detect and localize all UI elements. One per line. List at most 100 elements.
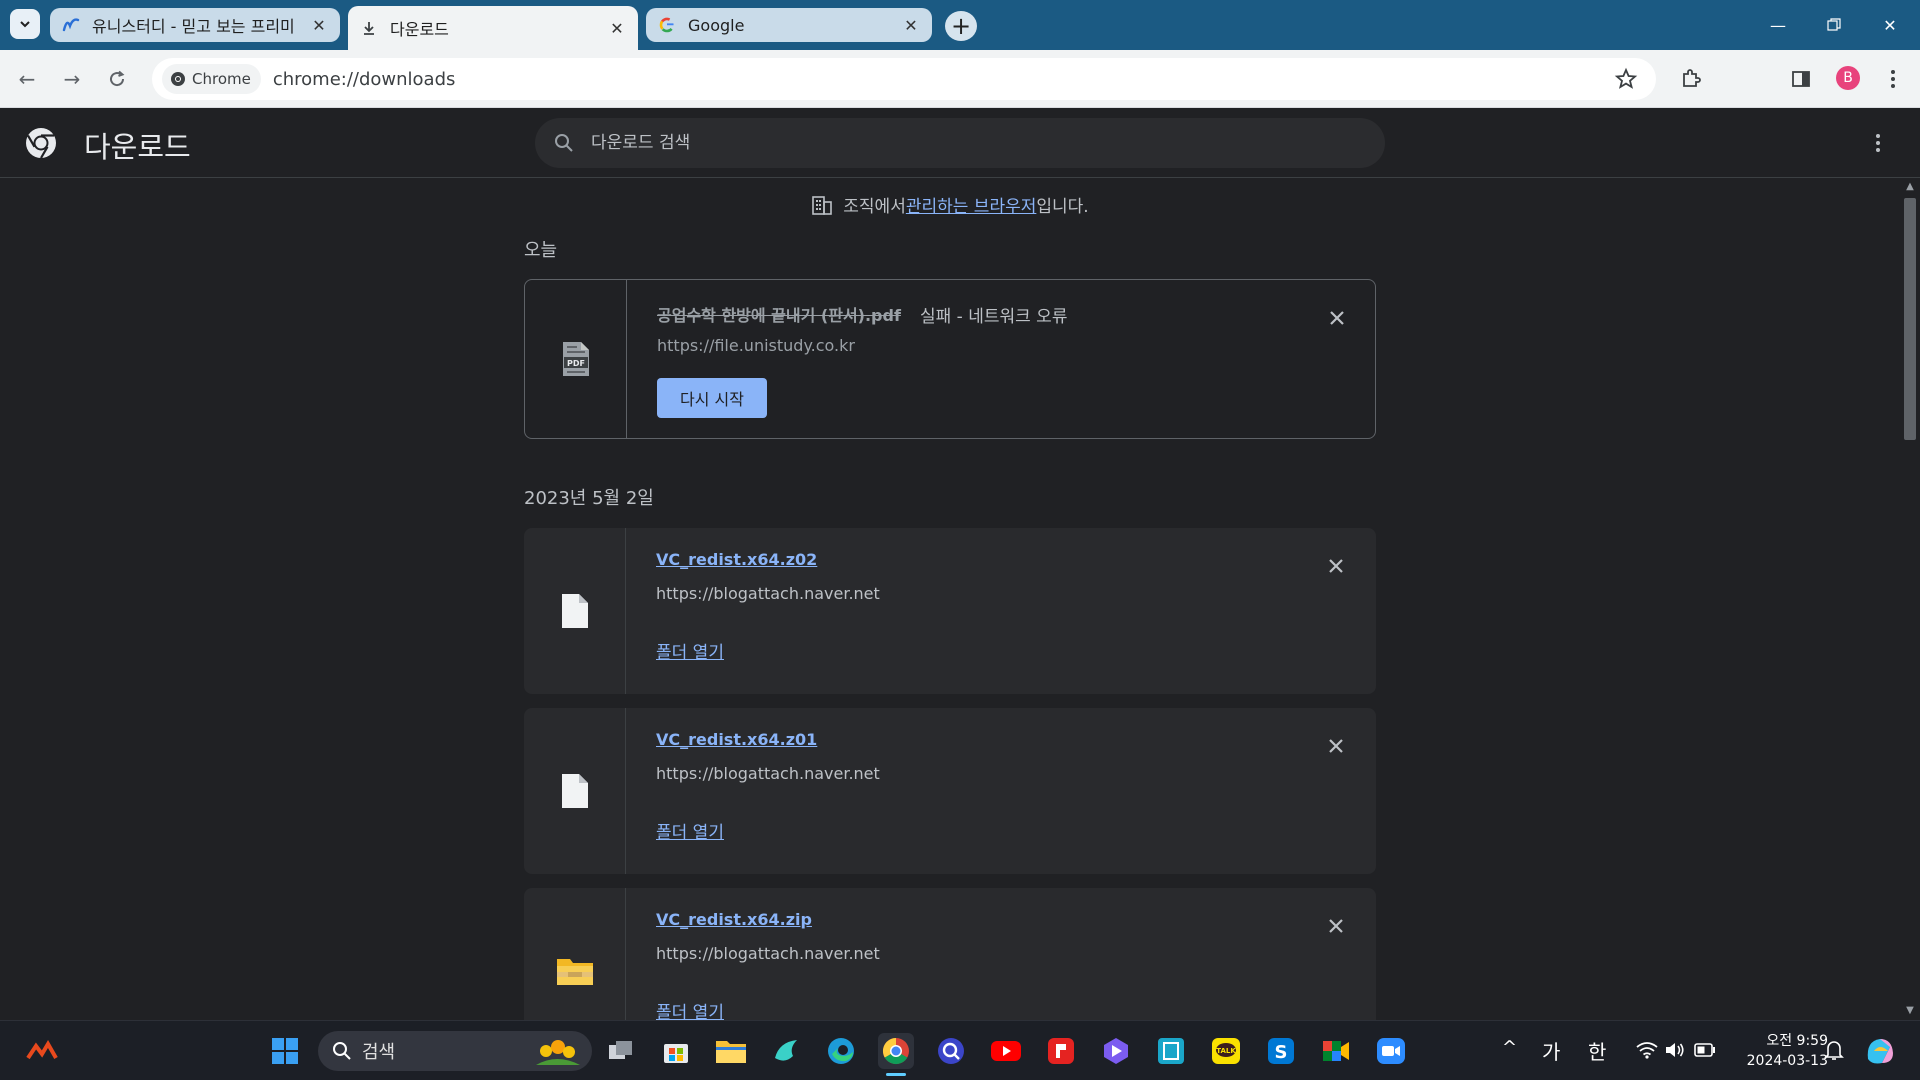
scroll-up-arrow-icon[interactable]: ▲ xyxy=(1904,182,1916,192)
tab-unistudy[interactable]: 유니스터디 - 믿고 보는 프리미 ✕ xyxy=(50,8,340,42)
edge-icon[interactable] xyxy=(823,1033,859,1069)
teal-app-icon[interactable] xyxy=(1153,1033,1189,1069)
close-tab-icon[interactable]: ✕ xyxy=(902,16,920,35)
arrow-right-icon: → xyxy=(63,67,81,91)
site-info-chip[interactable]: Chrome xyxy=(162,64,261,94)
pdf-icon: PDF xyxy=(562,342,589,376)
reload-button[interactable] xyxy=(102,64,132,94)
taskbar-search[interactable]: 검색 xyxy=(318,1031,592,1071)
search-input[interactable] xyxy=(591,133,1191,153)
ime-mode[interactable]: 한 xyxy=(1588,1036,1606,1065)
screen: 유니스터디 - 믿고 보는 프리미 ✕ 다운로드 ✕ Google ✕ + — … xyxy=(0,0,1920,1080)
widgets-icon[interactable] xyxy=(24,1033,60,1069)
download-source-url: https://blogattach.naver.net xyxy=(656,944,880,963)
close-window-button[interactable]: ✕ xyxy=(1862,0,1918,50)
red-app-icon[interactable] xyxy=(1043,1033,1079,1069)
close-tab-icon[interactable]: ✕ xyxy=(310,16,328,35)
download-filename-link[interactable]: VC_redist.x64.z02 xyxy=(656,550,817,569)
task-view-icon[interactable] xyxy=(603,1033,639,1069)
remove-icon[interactable] xyxy=(1325,306,1349,330)
notification-bell-icon[interactable] xyxy=(1824,1039,1844,1061)
profile-avatar[interactable]: B xyxy=(1836,66,1860,90)
windows-logo-icon xyxy=(272,1038,298,1064)
bookmark-star-icon[interactable] xyxy=(1614,67,1638,91)
chrome-taskbar-icon[interactable] xyxy=(878,1033,914,1076)
remove-icon[interactable] xyxy=(1324,554,1348,578)
tab-title: 유니스터디 - 믿고 보는 프리미 xyxy=(92,17,295,36)
more-vertical-icon xyxy=(1891,70,1895,88)
download-item: VC_redist.x64.z02 https://blogattach.nav… xyxy=(524,528,1376,694)
chevron-down-icon xyxy=(20,21,30,28)
tab-google[interactable]: Google ✕ xyxy=(646,8,932,42)
windows-taskbar: 검색 TALK S ^ 가 한 오전 9:59 2024-03-13 xyxy=(0,1020,1920,1080)
open-folder-link[interactable]: 폴더 열기 xyxy=(656,638,724,663)
svg-text:TALK: TALK xyxy=(1216,1047,1236,1055)
chrome-menu-button[interactable] xyxy=(1878,64,1908,94)
wifi-icon[interactable] xyxy=(1636,1041,1658,1059)
download-source-url: https://blogattach.naver.net xyxy=(656,764,880,783)
ime-language[interactable]: 가 xyxy=(1542,1036,1560,1065)
svg-text:S: S xyxy=(1275,1042,1288,1063)
tab-title: 다운로드 xyxy=(390,20,449,39)
microsoft-store-icon[interactable] xyxy=(658,1033,694,1069)
download-source-url: https://blogattach.naver.net xyxy=(656,584,880,603)
hexagon-app-icon[interactable] xyxy=(1098,1033,1134,1069)
meet-app-icon[interactable] xyxy=(1318,1033,1354,1069)
more-vertical-icon xyxy=(1876,134,1880,138)
side-panel-button[interactable] xyxy=(1786,64,1816,94)
scroll-down-arrow-icon[interactable]: ▼ xyxy=(1904,1006,1916,1016)
file-explorer-icon[interactable] xyxy=(713,1033,749,1069)
tab-search-button[interactable] xyxy=(10,9,40,39)
clock-time: 오전 9:59 xyxy=(1766,1033,1828,1049)
battery-icon[interactable] xyxy=(1694,1043,1716,1057)
start-button[interactable] xyxy=(267,1033,303,1069)
close-tab-icon[interactable]: ✕ xyxy=(608,19,626,38)
zoom-icon[interactable] xyxy=(1373,1033,1409,1069)
forward-button[interactable]: → xyxy=(57,64,87,94)
youtube-icon[interactable] xyxy=(988,1033,1024,1069)
search-icon xyxy=(333,1042,351,1060)
tab-downloads[interactable]: 다운로드 ✕ xyxy=(348,6,638,50)
downloads-menu-button[interactable] xyxy=(1870,128,1886,158)
download-filename-link[interactable]: VC_redist.x64.zip xyxy=(656,910,812,929)
chip-label: Chrome xyxy=(192,70,251,88)
back-button[interactable]: ← xyxy=(12,64,42,94)
scroll-thumb[interactable] xyxy=(1904,198,1916,440)
flowers-decoration-icon xyxy=(536,1040,580,1065)
restore-button[interactable] xyxy=(1806,0,1862,50)
downloads-search[interactable] xyxy=(535,118,1385,168)
page-scrollbar[interactable]: ▲ ▼ xyxy=(1900,178,1920,1020)
volume-icon[interactable] xyxy=(1664,1041,1686,1059)
managed-prefix: 조직에서 xyxy=(843,197,906,217)
browser-toolbar: ← → Chrome chrome://downloads B xyxy=(0,50,1920,108)
retry-button[interactable]: 다시 시작 xyxy=(657,378,767,418)
remove-icon[interactable] xyxy=(1324,914,1348,938)
address-bar[interactable]: Chrome chrome://downloads xyxy=(152,58,1656,100)
minimize-button[interactable]: — xyxy=(1750,0,1806,50)
download-status: 실패 - 네트워크 오류 xyxy=(920,307,1068,327)
puzzle-icon xyxy=(1683,69,1701,87)
copilot-icon[interactable] xyxy=(1862,1033,1898,1069)
close-icon: ✕ xyxy=(1883,15,1897,35)
managed-browser-link[interactable]: 관리하는 브라우저 xyxy=(906,192,1037,217)
remove-icon[interactable] xyxy=(1324,734,1348,758)
download-filename-link[interactable]: VC_redist.x64.z01 xyxy=(656,730,817,749)
skype-icon[interactable]: S xyxy=(1263,1033,1299,1069)
page-title: 다운로드 xyxy=(84,130,191,164)
extensions-button[interactable] xyxy=(1676,64,1706,94)
open-folder-link[interactable]: 폴더 열기 xyxy=(656,818,724,843)
system-clock[interactable]: 오전 9:59 2024-03-13 xyxy=(1732,1031,1828,1071)
search-app-icon[interactable] xyxy=(933,1033,969,1069)
bird-app-icon[interactable] xyxy=(768,1033,804,1069)
tray-overflow-chevron-icon[interactable]: ^ xyxy=(1502,1037,1517,1058)
download-source-url: https://file.unistudy.co.kr xyxy=(657,336,855,355)
unistudy-favicon xyxy=(62,16,80,34)
downloads-page: 다운로드 조직에서 관리하는 브라우저 입니다. 오늘 xyxy=(0,108,1920,1054)
new-tab-button[interactable]: + xyxy=(945,11,977,41)
reload-icon xyxy=(110,70,125,87)
file-icon xyxy=(561,774,588,808)
side-panel-icon xyxy=(1792,71,1810,87)
managed-browser-notice: 조직에서 관리하는 브라우저 입니다. xyxy=(0,192,1900,217)
kakaotalk-icon[interactable]: TALK xyxy=(1208,1033,1244,1069)
download-item-failed: PDF 공업수학 한방에 끝내기 (판서).pdf 실패 - 네트워크 오류 h… xyxy=(524,279,1376,439)
